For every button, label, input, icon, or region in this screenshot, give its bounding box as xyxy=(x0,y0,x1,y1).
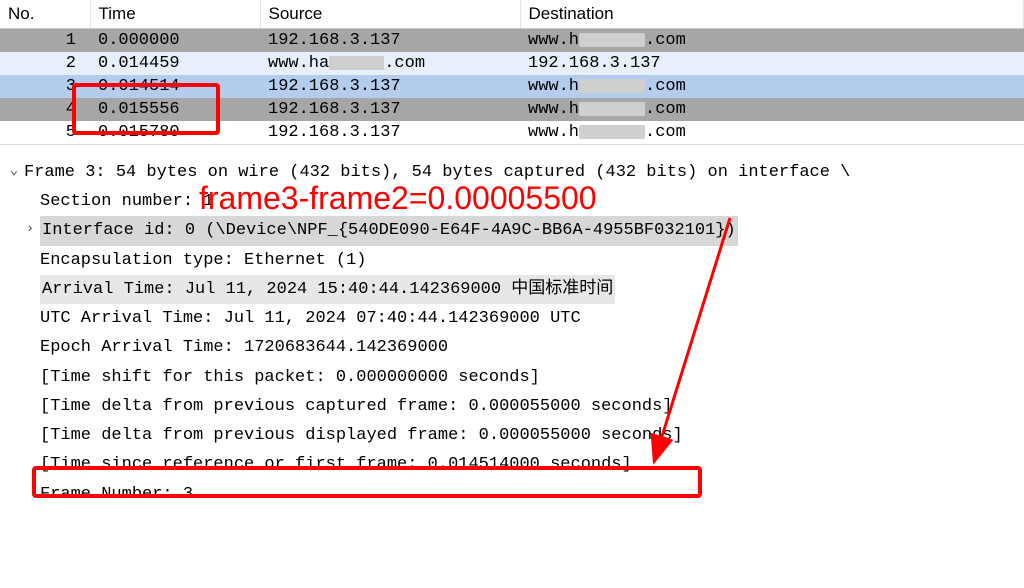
cell-destination: www.h.com xyxy=(520,75,1024,98)
cell-no: 5 xyxy=(0,121,90,144)
table-row[interactable]: 30.014514192.168.3.137www.h.com xyxy=(0,75,1024,98)
detail-frame-number[interactable]: Frame Number: 3 xyxy=(0,480,1024,509)
detail-section-number[interactable]: Section number: 1 xyxy=(0,187,1024,216)
col-header-no[interactable]: No. xyxy=(0,0,90,29)
detail-time-delta-displayed[interactable]: [Time delta from previous displayed fram… xyxy=(0,421,1024,450)
cell-source: 192.168.3.137 xyxy=(260,98,520,121)
cell-no: 2 xyxy=(0,52,90,75)
cell-no: 1 xyxy=(0,29,90,53)
detail-time-shift[interactable]: [Time shift for this packet: 0.000000000… xyxy=(0,363,1024,392)
table-header-row: No. Time Source Destination xyxy=(0,0,1024,29)
cell-source: 192.168.3.137 xyxy=(260,29,520,53)
cell-time: 0.014459 xyxy=(90,52,260,75)
detail-epoch-arrival[interactable]: Epoch Arrival Time: 1720683644.142369000 xyxy=(0,333,1024,362)
col-header-source[interactable]: Source xyxy=(260,0,520,29)
packet-list-table: No. Time Source Destination 10.000000192… xyxy=(0,0,1024,144)
table-row[interactable]: 10.000000192.168.3.137www.h.com xyxy=(0,29,1024,53)
cell-time: 0.000000 xyxy=(90,29,260,53)
cell-destination: www.h.com xyxy=(520,29,1024,53)
cell-destination: 192.168.3.137 xyxy=(520,52,1024,75)
cell-source: 192.168.3.137 xyxy=(260,75,520,98)
detail-interface-id[interactable]: › Interface id: 0 (\Device\NPF_{540DE090… xyxy=(0,216,1024,245)
table-row[interactable]: 50.015780192.168.3.137www.h.com xyxy=(0,121,1024,144)
caret-right-icon[interactable]: › xyxy=(22,217,38,241)
cell-time: 0.015556 xyxy=(90,98,260,121)
cell-source: 192.168.3.137 xyxy=(260,121,520,144)
cell-no: 3 xyxy=(0,75,90,98)
pane-divider[interactable] xyxy=(0,144,1024,154)
detail-time-since-ref[interactable]: [Time since reference or first frame: 0.… xyxy=(0,450,1024,479)
cell-time: 0.014514 xyxy=(90,75,260,98)
table-row[interactable]: 20.014459www.ha.com192.168.3.137 xyxy=(0,52,1024,75)
caret-down-icon[interactable]: ⌄ xyxy=(6,159,22,183)
cell-destination: www.h.com xyxy=(520,98,1024,121)
detail-encapsulation[interactable]: Encapsulation type: Ethernet (1) xyxy=(0,246,1024,275)
col-header-destination[interactable]: Destination xyxy=(520,0,1024,29)
detail-frame-header[interactable]: ⌄ Frame 3: 54 bytes on wire (432 bits), … xyxy=(0,158,1024,187)
cell-source: www.ha.com xyxy=(260,52,520,75)
cell-no: 4 xyxy=(0,98,90,121)
packet-detail-pane: ⌄ Frame 3: 54 bytes on wire (432 bits), … xyxy=(0,154,1024,513)
detail-time-delta-captured[interactable]: [Time delta from previous captured frame… xyxy=(0,392,1024,421)
cell-time: 0.015780 xyxy=(90,121,260,144)
table-row[interactable]: 40.015556192.168.3.137www.h.com xyxy=(0,98,1024,121)
detail-utc-arrival[interactable]: UTC Arrival Time: Jul 11, 2024 07:40:44.… xyxy=(0,304,1024,333)
col-header-time[interactable]: Time xyxy=(90,0,260,29)
detail-arrival-time[interactable]: Arrival Time: Jul 11, 2024 15:40:44.1423… xyxy=(0,275,1024,304)
cell-destination: www.h.com xyxy=(520,121,1024,144)
